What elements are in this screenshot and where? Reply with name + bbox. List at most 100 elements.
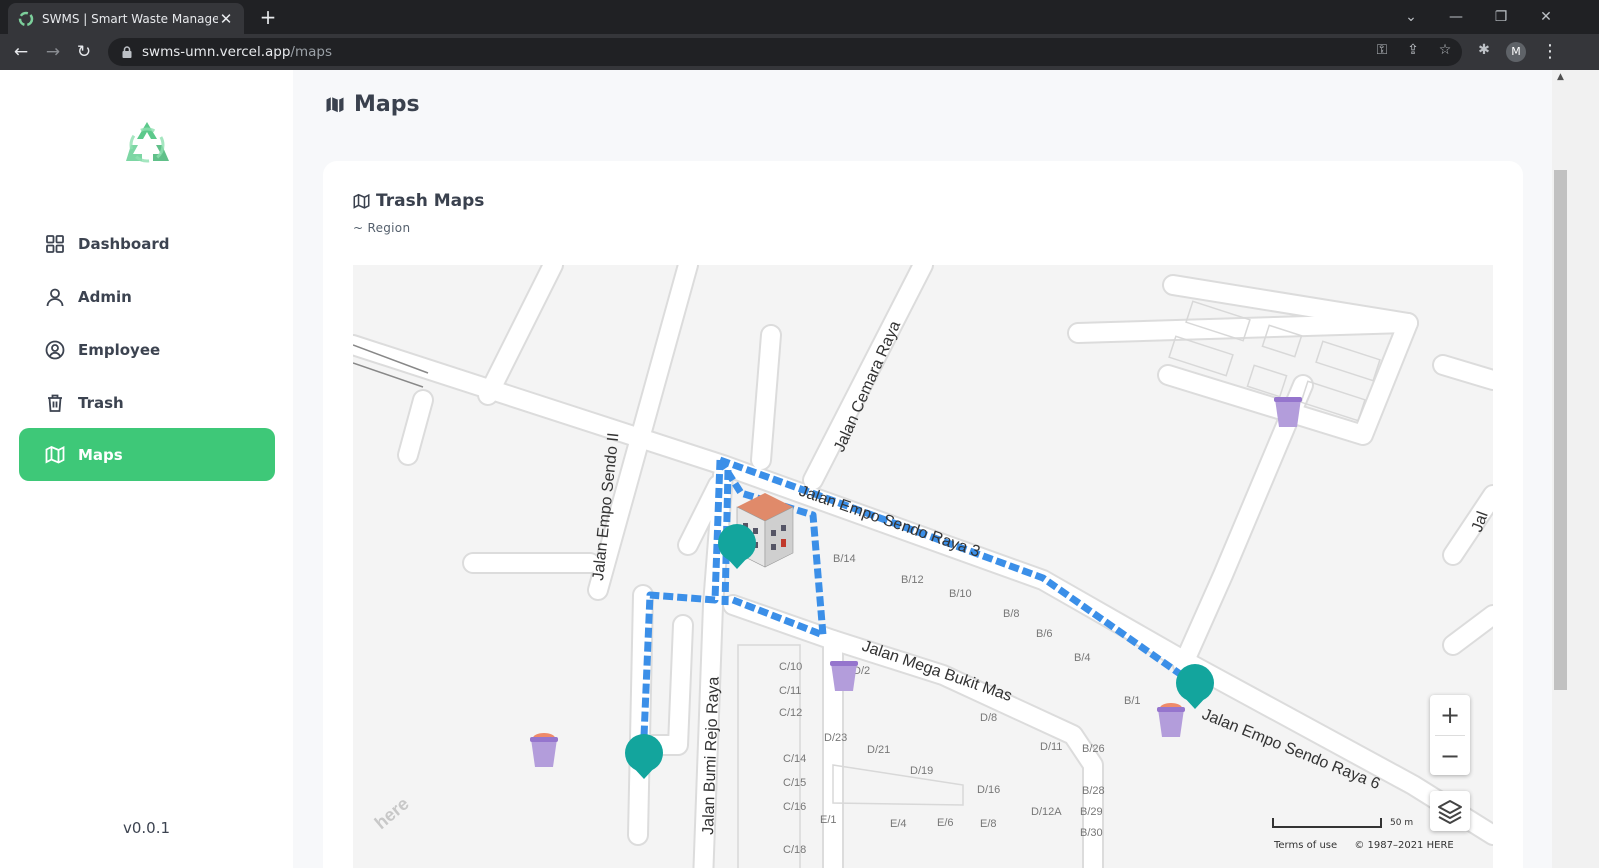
layers-button[interactable] (1430, 791, 1470, 831)
house-label: B/1 (1124, 695, 1141, 707)
back-icon[interactable]: ← (8, 39, 34, 65)
sidebar-item-label: Employee (78, 340, 161, 359)
zoom-in-button[interactable]: + (1430, 695, 1470, 735)
house-label: B/26 (1082, 743, 1105, 755)
page-scrollbar[interactable]: ▲ (1552, 70, 1599, 868)
trash-icon (48, 394, 62, 412)
sidebar-item-dashboard[interactable]: Dashboard (19, 217, 275, 270)
star-icon[interactable]: ☆ (1435, 40, 1455, 60)
map-icon (353, 193, 370, 209)
map-layer: Jalan Cemara Raya Jalan Empo Sendo II Ja… (353, 265, 1493, 868)
sidebar-item-label: Trash (78, 393, 124, 412)
here-logo: here (371, 793, 413, 833)
page-header: Maps (325, 92, 420, 117)
recycle-logo-icon (126, 122, 169, 163)
lock-icon (122, 46, 132, 58)
house-label: E/1 (820, 814, 837, 826)
zoom-out-button[interactable]: − (1430, 736, 1470, 776)
card-header: Trash Maps (353, 191, 484, 211)
reload-icon[interactable]: ↻ (71, 39, 97, 65)
tab-close-icon[interactable]: ✕ (218, 10, 234, 28)
sidebar: Dashboard Admin Employee Trash Maps v0.0… (0, 70, 293, 868)
house-label: C/10 (779, 661, 802, 673)
house-label: B/12 (901, 574, 924, 586)
zoom-control: + − (1430, 695, 1470, 775)
tab-title: SWMS | Smart Waste Manageme (42, 11, 218, 26)
map-icon (45, 445, 65, 463)
sidebar-item-label: Admin (78, 287, 132, 306)
terms-of-use-link[interactable]: Terms of use (1274, 840, 1337, 851)
scrollbar-thumb[interactable] (1554, 170, 1567, 690)
new-tab-button[interactable]: + (256, 5, 280, 29)
more-menu-icon[interactable]: ⋮ (1540, 39, 1560, 65)
map-icon (326, 96, 344, 112)
house-label: C/15 (783, 777, 806, 789)
house-label: B/30 (1080, 827, 1103, 839)
trash-bin-marker-icon (1157, 703, 1185, 737)
street-label: Jalan Mega Bukit Mas (860, 638, 1014, 705)
sidebar-item-label: Dashboard (78, 234, 170, 253)
house-label: B/10 (949, 588, 972, 600)
extensions-icon[interactable]: ✱ (1474, 40, 1494, 60)
house-label: D/21 (867, 744, 890, 756)
minimize-icon[interactable]: — (1441, 4, 1471, 30)
street-label: Jalan Empo Sendo Raya 3 (797, 483, 983, 561)
browser-toolbar: ← → ↻ swms-umn.vercel.app/maps ⚿ ⇪ ☆ ✱ M… (0, 34, 1599, 70)
map-attribution: Terms of use © 1987–2021 HERE (1274, 840, 1468, 851)
sidebar-item-employee[interactable]: Employee (19, 323, 275, 376)
trash-maps-card: Trash Maps ~ Region Jalan Cemara Raya Ja… (323, 161, 1523, 868)
key-icon[interactable]: ⚿ (1372, 40, 1392, 60)
page-title: Maps (354, 92, 420, 117)
house-label: D/16 (977, 784, 1000, 796)
house-label: E/4 (890, 818, 907, 830)
card-title: Trash Maps (376, 191, 485, 211)
house-label: B/6 (1036, 628, 1053, 640)
layers-icon (1438, 800, 1462, 824)
user-circle-icon (45, 340, 65, 359)
map-scale-label: 50 m (1390, 818, 1414, 828)
house-label: D/23 (824, 732, 847, 744)
page: Dashboard Admin Employee Trash Maps v0.0… (0, 70, 1552, 868)
house-label: C/12 (779, 707, 802, 719)
share-icon[interactable]: ⇪ (1403, 40, 1423, 60)
card-subtitle: ~ Region (353, 221, 411, 235)
house-label: D/8 (980, 712, 997, 724)
house-label: B/28 (1082, 785, 1105, 797)
house-label: D/19 (910, 765, 933, 777)
tab-search-icon[interactable]: ⌄ (1396, 4, 1426, 30)
trash-bin-marker-icon (530, 733, 558, 767)
browser-tab[interactable]: SWMS | Smart Waste Manageme ✕ (8, 3, 244, 34)
url-path: /maps (290, 44, 332, 60)
house-label: C/14 (783, 753, 806, 765)
house-label: C/16 (783, 801, 806, 813)
address-bar[interactable]: swms-umn.vercel.app/maps (108, 38, 1462, 66)
url-host: swms-umn.vercel.app (142, 44, 291, 60)
map-canvas[interactable]: Jalan Cemara Raya Jalan Empo Sendo II Ja… (353, 265, 1493, 868)
sidebar-item-label: Maps (78, 445, 123, 464)
dashboard-grid-icon (46, 234, 64, 253)
scroll-up-icon[interactable]: ▲ (1552, 72, 1569, 82)
house-label: B/14 (833, 553, 856, 565)
restore-icon[interactable]: ❐ (1486, 4, 1516, 30)
house-label: D/11 (1040, 741, 1062, 753)
house-label: E/8 (980, 818, 997, 830)
profile-avatar[interactable]: M (1506, 42, 1526, 62)
house-label: B/4 (1074, 652, 1091, 664)
sidebar-item-maps[interactable]: Maps (19, 428, 275, 481)
copyright-text: © 1987–2021 HERE (1354, 840, 1454, 851)
location-pin-icon (1176, 664, 1214, 709)
sidebar-item-admin[interactable]: Admin (19, 270, 275, 323)
browser-tab-bar: SWMS | Smart Waste Manageme ✕ + ⌄ — ❐ ✕ (0, 0, 1599, 34)
house-label: C/11 (779, 685, 801, 697)
house-label: D/12A (1031, 806, 1062, 818)
forward-icon[interactable]: → (40, 39, 66, 65)
house-label: B/29 (1080, 806, 1103, 818)
house-label: E/6 (937, 817, 954, 829)
house-label: C/18 (783, 844, 806, 856)
app-version: v0.0.1 (122, 819, 171, 837)
recycle-favicon-icon (18, 11, 34, 26)
close-window-icon[interactable]: ✕ (1531, 4, 1561, 30)
sidebar-item-trash[interactable]: Trash (19, 376, 275, 429)
map-scale-bar (1272, 818, 1382, 828)
user-icon (46, 288, 64, 306)
